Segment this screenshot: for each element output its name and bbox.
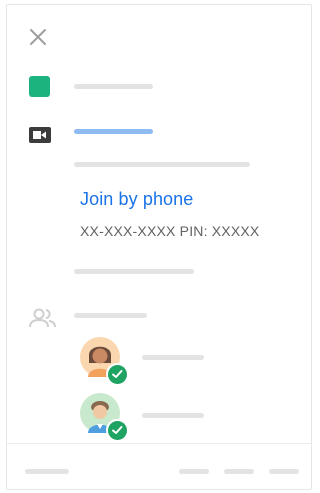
event-title-placeholder <box>74 84 153 89</box>
guest-name-placeholder <box>142 413 204 418</box>
check-icon <box>112 426 123 434</box>
guests-count-placeholder <box>74 313 147 318</box>
accepted-status-badge <box>106 363 128 385</box>
guest-avatar-male[interactable] <box>80 393 128 441</box>
guest-avatar-female[interactable] <box>80 337 128 385</box>
accepted-status-badge <box>106 419 128 441</box>
guest-name-placeholder <box>142 355 204 360</box>
footer-action-left[interactable] <box>25 469 69 474</box>
phone-number-pin: XX-XXX-XXXX PIN: XXXXX <box>80 223 260 239</box>
event-color-swatch <box>29 76 50 97</box>
conference-link-placeholder[interactable] <box>74 129 153 134</box>
conference-more-placeholder <box>74 269 194 274</box>
footer-action-2[interactable] <box>224 469 254 474</box>
footer-action-1[interactable] <box>179 469 209 474</box>
close-button[interactable] <box>27 26 49 48</box>
video-camera-icon <box>28 125 52 145</box>
check-icon <box>112 370 123 378</box>
close-icon <box>30 29 46 45</box>
people-icon <box>27 306 59 330</box>
footer-divider <box>7 443 311 444</box>
footer-action-3[interactable] <box>269 469 299 474</box>
conference-detail-placeholder <box>74 162 250 167</box>
join-by-phone-link[interactable]: Join by phone <box>80 189 193 210</box>
event-details-card: Join by phone XX-XXX-XXXX PIN: XXXXX <box>6 4 312 490</box>
